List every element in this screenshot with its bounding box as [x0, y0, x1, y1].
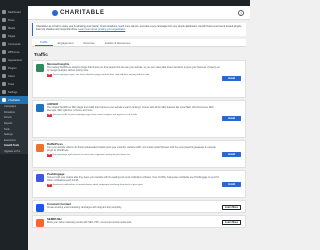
plugin-card-aioseo: AIOSEO The original WordPress SEO plugin…: [32, 100, 246, 138]
submenu-item-label: Tools: [4, 127, 10, 131]
plugin-tip: TIP Get more traffic to your campaign pag…: [47, 113, 220, 117]
sidebar-item-dashboard[interactable]: Dashboard: [0, 8, 28, 16]
tab-traffic[interactable]: Traffic: [35, 40, 53, 46]
tip-text: Get more traffic to your campaign pages …: [52, 113, 138, 116]
sidebar-item-label: Settings: [8, 90, 18, 94]
sidebar-item-media[interactable]: Media: [0, 24, 28, 32]
main-content: CHARITABLE ? Charitable Lite is built to…: [28, 6, 250, 250]
tab-guides-resources[interactable]: Guides & Resources: [100, 41, 136, 47]
dashboard-icon: [2, 10, 6, 14]
page-header: CHARITABLE ?: [28, 6, 250, 20]
plugin-description: The leading WordPress analytics plugin t…: [47, 66, 220, 72]
sidebar-item-label: Plugins: [8, 66, 17, 70]
charitable-submenu: Campaigns Donations Donors Reports Tools…: [0, 104, 28, 155]
notice-text: Charitable Lite is built to make your fu…: [36, 25, 242, 32]
notice-link[interactable]: Learn more about growing your organizati…: [78, 28, 125, 31]
sidebar-item-label: Tools: [8, 82, 15, 86]
tip-badge: TIP: [47, 153, 52, 157]
sidebar-item-users[interactable]: Users: [0, 72, 28, 80]
intro-notice: Charitable Lite is built to make your fu…: [32, 23, 246, 36]
plugin-icon: [2, 66, 6, 70]
submenu-item-label: Donations: [4, 110, 15, 114]
user-icon: [2, 74, 6, 78]
tip-text: Run giveaways and contests to reach more…: [52, 153, 131, 156]
sidebar-item-tools[interactable]: Tools: [0, 80, 28, 88]
sidebar-item-label: Posts: [8, 18, 15, 22]
brush-icon: [2, 58, 6, 62]
sidebar-item-label: Dashboard: [8, 10, 21, 14]
plugin-card-rafflepress: RafflePress Turn your website visitors i…: [32, 140, 246, 168]
sidebar-item-plugins[interactable]: Plugins: [0, 64, 28, 72]
submenu-item-label: Growth Tools: [4, 144, 20, 148]
section-title: Traffic: [34, 52, 48, 57]
tab-engagement[interactable]: Engagement: [53, 41, 79, 47]
submenu-item-label: Extensions: [4, 138, 16, 142]
pushengage-logo-icon: [36, 174, 44, 182]
tab-revenue[interactable]: Revenue: [79, 41, 100, 47]
sidebar-item-charitable[interactable]: Charitable: [0, 96, 28, 104]
pin-icon: [2, 18, 6, 22]
plugin-tip: TIP Run giveaways and contests to reach m…: [47, 153, 220, 157]
submenu-item-label: Settings: [4, 133, 13, 137]
sidebar-item-label: Pages: [8, 34, 16, 38]
heart-icon: [2, 98, 6, 102]
tip-badge: TIP: [47, 73, 52, 77]
rafflepress-logo-icon: [36, 144, 44, 152]
submenu-item-label: Donors: [4, 116, 12, 120]
install-button[interactable]: Install: [222, 116, 241, 121]
learn-more-button[interactable]: Learn More: [222, 205, 241, 210]
charitable-logo-icon: [52, 9, 58, 16]
sidebar-item-settings[interactable]: Settings: [0, 88, 28, 96]
page-icon: [2, 34, 6, 38]
install-button[interactable]: Install: [222, 76, 241, 81]
tip-text: Track campaign pages, see which donation…: [52, 73, 150, 76]
sidebar-item-label: Comments: [8, 42, 21, 46]
sidebar-item-comments[interactable]: Comments: [0, 40, 28, 48]
submenu-item-label: Upgrade to Pro: [4, 150, 21, 154]
plugin-card-pushengage: PushEngage Connect with your visitors af…: [32, 170, 246, 198]
submenu-item-label: Reports: [4, 122, 13, 126]
monsterinsights-logo-icon: [36, 64, 44, 72]
learn-more-button[interactable]: Learn More: [222, 220, 241, 225]
sidebar-item-label: Charitable: [8, 98, 20, 102]
plugin-tip: TIP Send push notifications to remind don…: [47, 183, 220, 187]
constant-contact-logo-icon: [36, 204, 44, 212]
tab-bar: Traffic Engagement Revenue Guides & Reso…: [32, 39, 246, 47]
sidebar-item-wpforms[interactable]: WPForms: [0, 48, 28, 56]
plugin-description: Turn your website visitors into brand am…: [47, 146, 216, 152]
sidebar-item-label: Media: [8, 26, 16, 30]
tip-text: Send push notifications to remind donors…: [52, 183, 144, 186]
wrench-icon: [2, 82, 6, 86]
sidebar-item-label: Appearance: [8, 58, 22, 62]
tip-badge: TIP: [47, 183, 52, 187]
plugin-description: Boost your online marketing results with…: [47, 221, 132, 224]
plugin-description: Create amazing email marketing campaigns…: [47, 206, 122, 209]
form-icon: [2, 50, 6, 54]
comment-icon: [2, 42, 6, 46]
submenu-item-upgrade[interactable]: Upgrade to Pro: [0, 149, 28, 155]
plugin-description: Connect with your visitors after they le…: [47, 176, 219, 182]
aioseo-logo-icon: [36, 104, 44, 112]
install-button[interactable]: Install: [222, 152, 241, 157]
install-button[interactable]: Install: [222, 182, 241, 187]
plugin-description: The original WordPress SEO plugin and to…: [47, 106, 215, 112]
submenu-item-label: Campaigns: [4, 105, 17, 109]
admin-sidebar: Dashboard Posts Media Pages Comments WPF…: [0, 6, 28, 250]
sidebar-item-pages[interactable]: Pages: [0, 32, 28, 40]
tip-badge: TIP: [47, 113, 52, 117]
settings-icon: [2, 90, 6, 94]
help-icon[interactable]: ?: [238, 10, 244, 16]
plugin-card-monsterinsights: MonsterInsights The leading WordPress an…: [32, 60, 246, 98]
charitable-logo-text: CHARITABLE: [60, 9, 105, 16]
plugin-card-semrush: SEMRUSH Boost your online marketing resu…: [32, 215, 246, 228]
semrush-logo-icon: [36, 219, 44, 227]
sidebar-item-posts[interactable]: Posts: [0, 16, 28, 24]
plugin-tip: TIP Track campaign pages, see which donat…: [47, 73, 220, 77]
sidebar-item-label: Users: [8, 74, 15, 78]
sidebar-item-label: WPForms: [8, 50, 20, 54]
plugin-card-constant-contact: Constant Contact Create amazing email ma…: [32, 200, 246, 213]
sidebar-item-appearance[interactable]: Appearance: [0, 56, 28, 64]
media-icon: [2, 26, 6, 30]
